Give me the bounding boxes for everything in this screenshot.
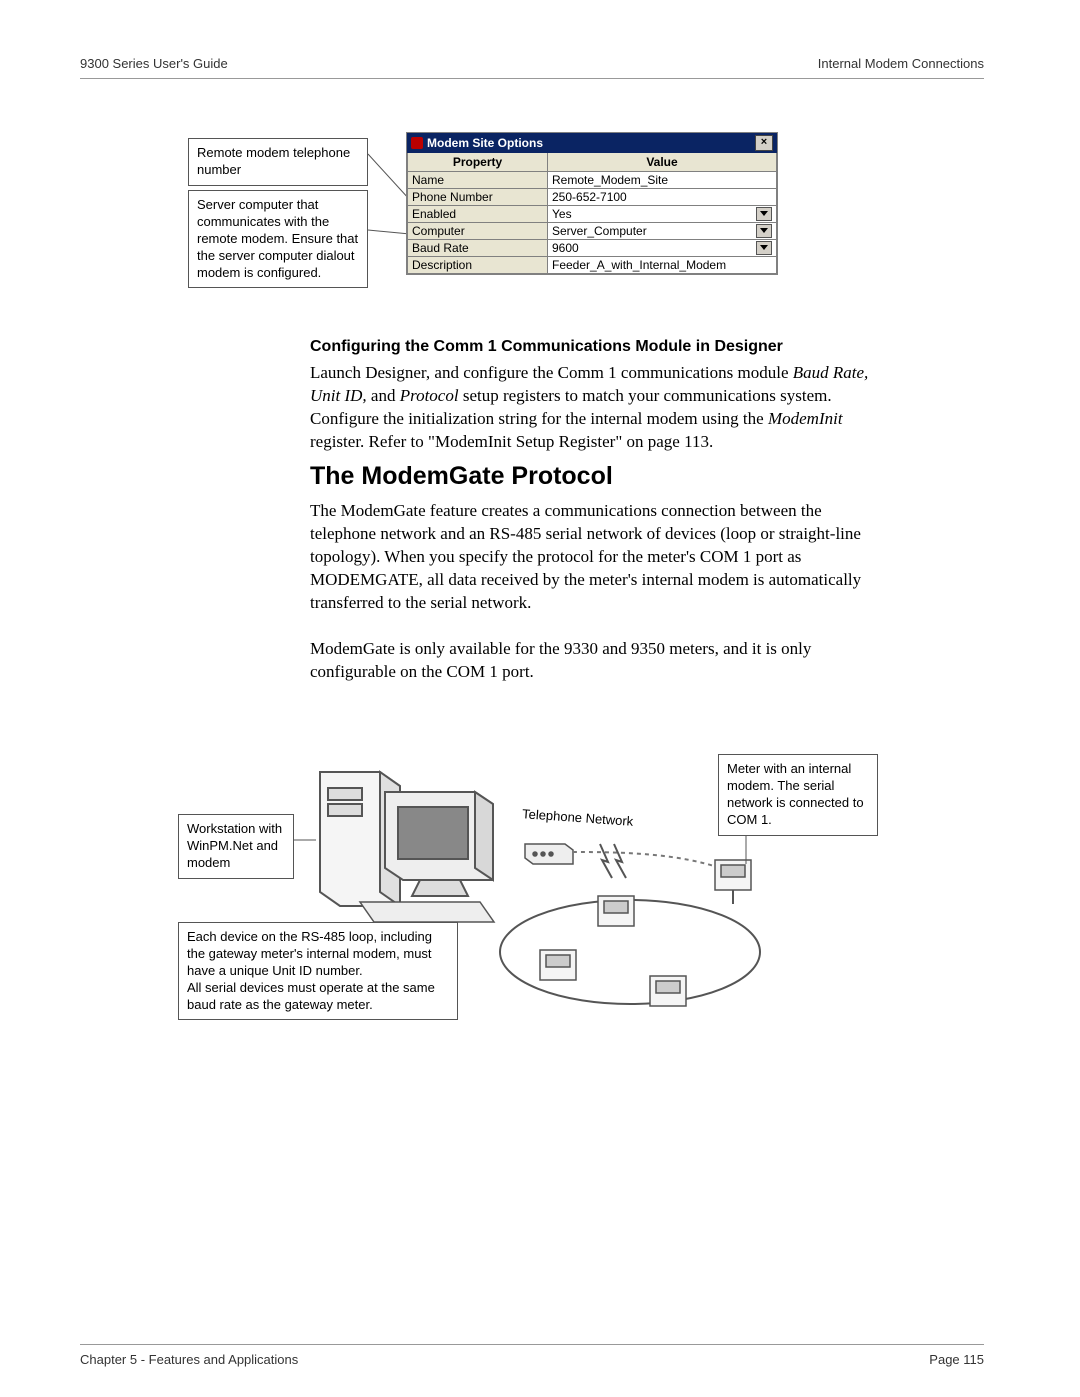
subsection-heading: Configuring the Comm 1 Communications Mo… [310,338,870,356]
chevron-down-icon[interactable] [756,207,772,221]
close-icon[interactable]: × [755,135,773,151]
property-row: Description Feeder_A_with_Internal_Modem [407,257,777,274]
figure-modemgate-topology: Workstation with WinPM.Net and modem Met… [170,752,910,1052]
property-value[interactable]: Yes [548,206,776,222]
text: Launch Designer, and configure the Comm … [310,363,793,382]
modem-site-options-dialog: Modem Site Options × Property Value Name… [406,132,778,275]
dialog-rows: Name Remote_Modem_Site Phone Number 250-652… [407,172,777,274]
heading: The ModemGate Protocol [310,462,870,491]
property-row: Phone Number 250-652-7100 [407,189,777,206]
callout-phone-number: Remote modem telephone number [188,138,368,186]
property-value: 250-652-7100 [548,189,776,205]
header-left: 9300 Series User's Guide [80,56,228,71]
callout-gateway-meter: Meter with an internal modem. The serial… [718,754,878,836]
callout-rs485-loop: Each device on the RS-485 loop, includin… [178,922,458,1020]
property-value[interactable]: 9600 [548,240,776,256]
para-modemgate-1: The ModemGate feature creates a communic… [310,500,870,615]
value-text: Server_Computer [552,224,647,238]
col-property: Property [408,153,548,171]
value-text: 250-652-7100 [552,190,627,204]
property-name: Enabled [408,206,548,222]
callout-server-computer: Server computer that communicates with t… [188,190,368,288]
property-value: Feeder_A_with_Internal_Modem [548,257,776,273]
property-row: Computer Server_Computer [407,223,777,240]
value-text: Feeder_A_with_Internal_Modem [552,258,726,272]
property-name: Description [408,257,548,273]
footer-right: Page 115 [929,1352,984,1367]
dialog-title-text: Modem Site Options [427,136,543,150]
property-row: Baud Rate 9600 [407,240,777,257]
section-title-modemgate: The ModemGate Protocol [310,462,870,491]
footer-rule [80,1344,984,1345]
col-value: Value [548,153,776,171]
property-name: Name [408,172,548,188]
text-smallcaps: MODEMGATE [310,570,419,589]
figure-modem-site-options: Remote modem telephone number Server com… [188,132,870,290]
chevron-down-icon[interactable] [756,241,772,255]
chevron-down-icon[interactable] [756,224,772,238]
text: Each device on the RS-485 loop, includin… [187,929,432,978]
subhead-configuring-comm1: Configuring the Comm 1 Communications Mo… [310,338,870,356]
page: 9300 Series User's Guide Internal Modem … [0,0,1080,1397]
value-text: Yes [552,207,572,221]
footer-left: Chapter 5 - Features and Applications [80,1352,298,1367]
text: The ModemGate feature creates a communic… [310,501,861,566]
dialog-titlebar: Modem Site Options × [407,133,777,153]
property-row: Name Remote_Modem_Site [407,172,777,189]
property-value[interactable]: Server_Computer [548,223,776,239]
property-value: Remote_Modem_Site [548,172,776,188]
value-text: Remote_Modem_Site [552,173,668,187]
para-modemgate-2: ModemGate is only available for the 9330… [310,638,870,684]
text-italic: ModemInit [768,409,843,428]
text-italic: Protocol [400,386,459,405]
text: All serial devices must operate at the s… [187,980,435,1012]
property-name: Baud Rate [408,240,548,256]
app-icon [411,137,423,149]
property-name: Computer [408,223,548,239]
value-text: 9600 [552,241,579,255]
header-right: Internal Modem Connections [818,56,984,71]
property-row: Enabled Yes [407,206,777,223]
text: and [367,386,400,405]
text: register. Refer to "ModemInit Setup Regi… [310,432,713,451]
para-configuring-comm1: Launch Designer, and configure the Comm … [310,362,870,454]
callout-workstation: Workstation with WinPM.Net and modem [178,814,294,879]
header-rule [80,78,984,79]
property-name: Phone Number [408,189,548,205]
